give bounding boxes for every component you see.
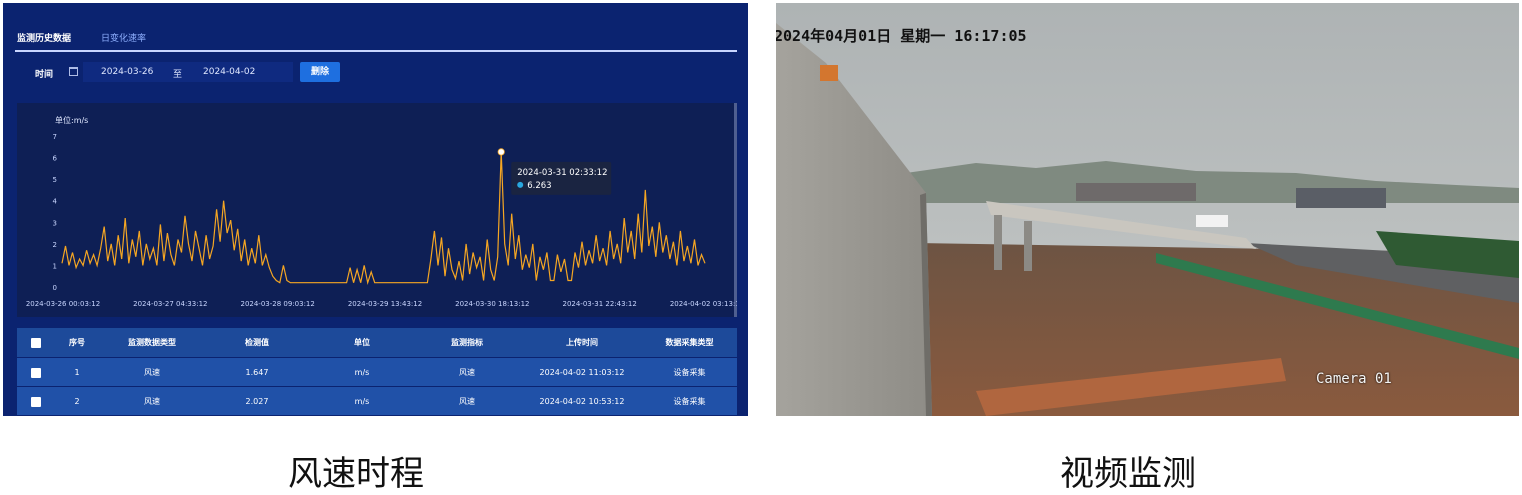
cell-upload-time: 2024-04-02 11:03:12 [539, 368, 625, 377]
y-tick-label: 7 [53, 133, 57, 141]
camera-scene [776, 3, 1519, 416]
cell-collect-type: 设备采集 [673, 397, 706, 406]
bridge-pier [1024, 221, 1032, 271]
tooltip-box [511, 161, 612, 195]
x-tick-label: 2024-03-30 18:13:12 [455, 300, 529, 308]
header-indicator: 监测指标 [451, 338, 483, 347]
calendar-icon[interactable] [69, 67, 78, 76]
y-tick-label: 3 [53, 219, 57, 227]
distant-buildings [1296, 188, 1386, 208]
cell-data-type: 风速 [144, 397, 160, 406]
header-value: 检测值 [245, 338, 269, 347]
cell-indicator: 风速 [459, 397, 475, 406]
camera-name-overlay: Camera 01 [1316, 371, 1392, 387]
y-tick-label: 4 [53, 198, 58, 206]
row-checkbox[interactable] [31, 368, 41, 378]
cell-index: 2 [74, 397, 80, 406]
y-tick-label: 0 [53, 284, 57, 292]
select-all-checkbox[interactable] [31, 338, 41, 348]
bridge-pier [994, 215, 1002, 270]
tooltip-series-dot [517, 181, 524, 188]
y-tick-label: 1 [53, 262, 57, 270]
time-label: 时间 [35, 70, 54, 80]
tab-bar: 监测历史数据 日变化速率 [15, 28, 737, 52]
delete-button[interactable]: 删除 [300, 62, 340, 82]
date-range-separator: 至 [173, 70, 183, 80]
table-row[interactable]: 2 风速 2.027 m/s 风速 2024-04-02 10:53:12 设备… [17, 386, 737, 415]
x-tick-label: 2024-03-26 00:03:12 [26, 300, 100, 308]
x-tick-label: 2024-04-02 03:13:12 [670, 300, 737, 308]
wind-speed-chart: 单位:m/s 0 1 2 3 4 5 6 7 2024-03-26 00:03:12 2024-03… [17, 103, 737, 317]
white-vehicle [1196, 215, 1228, 227]
data-table: 序号 监测数据类型 检测值 单位 监测指标 上传时间 数据采集类型 1 风速 1… [17, 328, 737, 415]
tooltip-value: 6.263 [527, 181, 551, 191]
cell-value: 1.647 [245, 368, 269, 377]
filter-row: 时间 2024-03-26 至 2024-04-02 删除 [3, 60, 748, 86]
video-monitor-feed[interactable]: 2024年04月01日 星期一 16:17:05 Camera 01 [776, 3, 1519, 416]
end-date-input[interactable]: 2024-04-02 [203, 67, 255, 77]
row-checkbox[interactable] [31, 397, 41, 407]
cell-unit: m/s [354, 397, 370, 406]
header-collect-type: 数据采集类型 [665, 338, 714, 347]
header-upload-time: 上传时间 [566, 338, 598, 347]
x-tick-label: 2024-03-27 04:33:12 [133, 300, 207, 308]
table-row[interactable]: 1 风速 1.647 m/s 风速 2024-04-02 11:03:12 设备… [17, 357, 737, 386]
cell-upload-time: 2024-04-02 10:53:12 [539, 397, 625, 406]
header-unit: 单位 [354, 338, 370, 347]
cell-unit: m/s [354, 368, 370, 377]
cell-collect-type: 设备采集 [673, 368, 706, 377]
y-tick-label: 5 [53, 176, 57, 184]
y-tick-label: 6 [53, 155, 58, 163]
cell-data-type: 风速 [144, 368, 160, 377]
highlight-point [497, 148, 505, 156]
y-tick-label: 2 [53, 241, 57, 249]
x-tick-label: 2024-03-31 22:43:12 [562, 300, 636, 308]
wind-monitor-dashboard: 监测历史数据 日变化速率 时间 2024-03-26 至 2024-04-02 … [3, 3, 748, 416]
distant-buildings [1076, 183, 1196, 201]
chart-canvas: 单位:m/s 0 1 2 3 4 5 6 7 2024-03-26 00:03:12 2024-03… [26, 115, 737, 308]
table-header: 序号 监测数据类型 检测值 单位 监测指标 上传时间 数据采集类型 [17, 328, 737, 357]
cell-value: 2.027 [245, 397, 269, 406]
caption-wind-speed-history: 风速时程 [288, 454, 424, 494]
tab-history-data[interactable]: 监测历史数据 [17, 31, 71, 44]
camera-datetime-overlay: 2024年04月01日 星期一 16:17:05 [776, 27, 1027, 45]
orange-marker [820, 65, 838, 81]
tab-daily-change-rate[interactable]: 日变化速率 [101, 31, 146, 44]
tooltip-time: 2024-03-31 02:33:12 [517, 168, 607, 178]
start-date-input[interactable]: 2024-03-26 [101, 67, 153, 77]
x-tick-label: 2024-03-28 09:03:12 [240, 300, 314, 308]
y-axis-label: 单位:m/s [55, 115, 88, 125]
x-tick-label: 2024-03-29 13:43:12 [348, 300, 422, 308]
caption-video-monitoring: 视频监测 [1060, 454, 1196, 494]
cell-index: 1 [74, 368, 80, 377]
cell-indicator: 风速 [459, 368, 475, 377]
chart-scrollbar[interactable] [734, 103, 737, 317]
header-data-type: 监测数据类型 [128, 338, 176, 347]
date-range-picker[interactable]: 2024-03-26 至 2024-04-02 [83, 62, 293, 82]
header-index: 序号 [69, 338, 85, 347]
